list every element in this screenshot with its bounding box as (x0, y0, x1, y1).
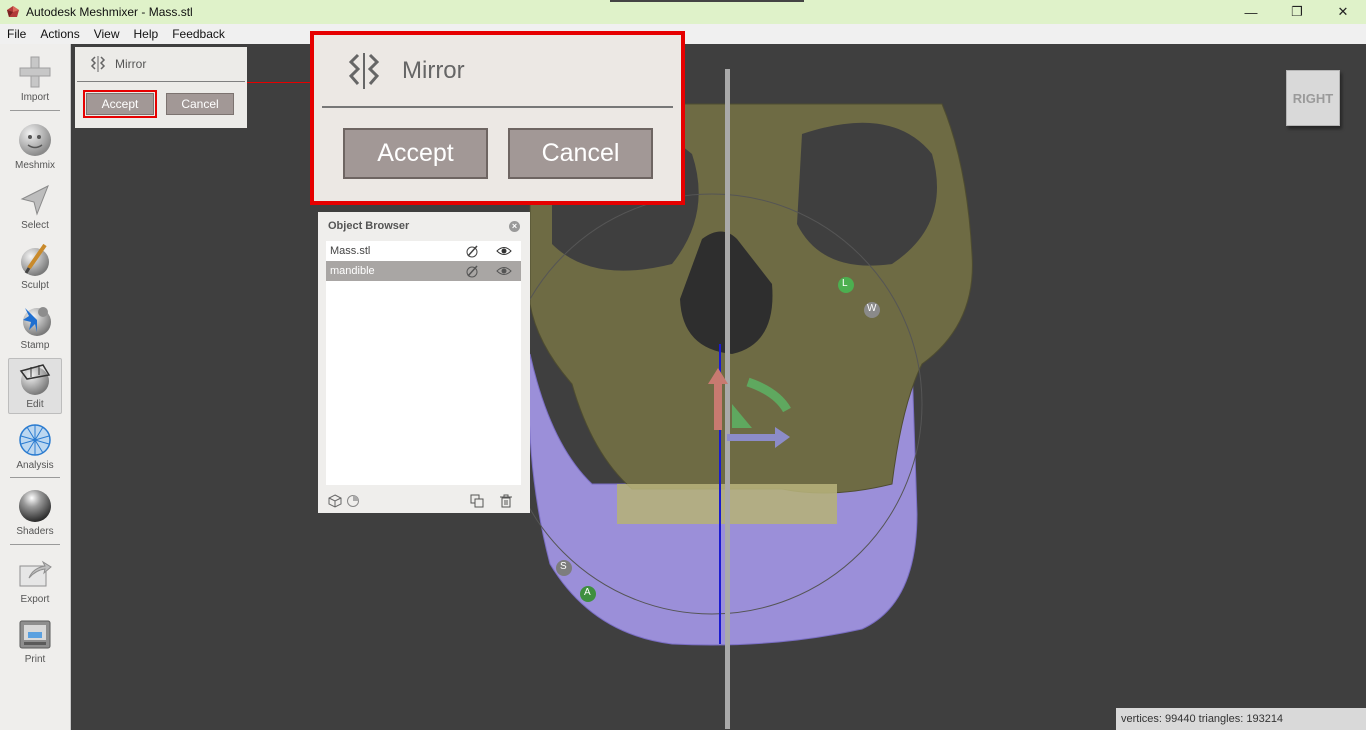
toolbar-divider (10, 544, 60, 545)
tool-print[interactable]: Print (8, 614, 62, 670)
meshmix-ball-icon (15, 120, 55, 160)
print-icon (15, 614, 55, 654)
minimize-button[interactable]: — (1228, 0, 1274, 24)
toolbar-divider (10, 477, 60, 478)
export-icon (15, 554, 55, 594)
3d-viewport[interactable]: L W S A (72, 44, 1366, 730)
gizmo-label-l[interactable]: L (842, 278, 848, 289)
analysis-mesh-icon (15, 420, 55, 460)
tool-edit[interactable]: Edit (8, 358, 62, 414)
tool-select-label: Select (21, 220, 49, 231)
tool-meshmix-label: Meshmix (14, 160, 55, 171)
object-row-mandible[interactable]: mandible (326, 261, 521, 281)
stamp-icon (15, 300, 55, 340)
edit-sphere-icon (15, 359, 55, 399)
left-toolbar: Import Meshmix Select Sculpt Stamp Edit (0, 44, 71, 730)
title-separator (610, 0, 804, 2)
menu-actions[interactable]: Actions (33, 24, 86, 44)
menu-file[interactable]: File (0, 24, 33, 44)
tool-shaders-label: Shaders (16, 526, 54, 537)
scene-render (501, 69, 973, 729)
object-name: Mass.stl (330, 245, 371, 257)
cube-icon[interactable] (327, 493, 343, 509)
mirror-panel-title: Mirror (115, 57, 147, 71)
close-icon[interactable]: × (509, 221, 520, 232)
gizmo-label-s[interactable]: S (560, 561, 567, 572)
plus-icon (15, 52, 55, 92)
close-button[interactable]: ✕ (1320, 0, 1366, 24)
tool-analysis-label: Analysis (16, 460, 54, 471)
tool-sculpt-label: Sculpt (21, 280, 49, 291)
menu-help[interactable]: Help (127, 24, 166, 44)
title-bar: Autodesk Meshmixer - Mass.stl — ❐ ✕ (0, 0, 1366, 24)
tool-stamp-label: Stamp (20, 340, 50, 351)
tool-edit-label: Edit (26, 399, 44, 410)
cancel-button-zoom[interactable]: Cancel (508, 128, 653, 179)
tool-sculpt[interactable]: Sculpt (8, 240, 62, 296)
visibility-eye-icon[interactable] (496, 264, 512, 278)
tool-stamp[interactable]: Stamp (8, 300, 62, 356)
object-row-mass-stl[interactable]: Mass.stl (326, 241, 521, 261)
tool-analysis[interactable]: Analysis (8, 420, 62, 476)
viewcube-right[interactable]: RIGHT (1286, 70, 1340, 126)
window-title: Autodesk Meshmixer - Mass.stl (26, 5, 193, 19)
cancel-button[interactable]: Cancel (166, 93, 234, 115)
toolbar-divider (10, 110, 60, 111)
mirror-icon-large (348, 52, 380, 89)
tool-import-label: Import (20, 92, 50, 103)
accept-button[interactable]: Accept (83, 90, 157, 118)
tool-print-label: Print (24, 654, 46, 665)
object-browser-title: Object Browser (328, 220, 410, 232)
menu-view[interactable]: View (87, 24, 127, 44)
gizmo-up-arrow (714, 384, 722, 430)
gizmo-right-arrow (727, 434, 775, 441)
mirror-plane-line (725, 69, 730, 729)
edit-object-icon[interactable] (464, 264, 480, 278)
meshmixer-app-icon (7, 6, 19, 17)
tool-meshmix[interactable]: Meshmix (8, 120, 62, 176)
select-arrow-icon (15, 180, 55, 220)
callout-connector (247, 82, 310, 83)
gizmo-label-a[interactable]: A (584, 587, 591, 598)
pie-icon[interactable] (345, 493, 361, 509)
duplicate-icon[interactable] (469, 493, 485, 509)
menu-feedback[interactable]: Feedback (165, 24, 232, 44)
object-list: Mass.stl mandible (326, 241, 521, 485)
edit-object-icon[interactable] (464, 244, 480, 258)
object-browser-panel: Object Browser × Mass.stl mandible (318, 212, 530, 513)
tool-export[interactable]: Export (8, 554, 62, 610)
shaders-ball-icon (15, 486, 55, 526)
mirror-icon (90, 56, 106, 72)
sculpt-brush-icon (15, 240, 55, 280)
mirror-panel: Mirror Accept Cancel (75, 47, 247, 128)
tool-shaders[interactable]: Shaders (8, 486, 62, 542)
tool-select[interactable]: Select (8, 180, 62, 236)
object-name: mandible (330, 265, 375, 277)
restore-button[interactable]: ❐ (1274, 0, 1320, 24)
object-browser-footer (318, 487, 530, 513)
tool-import[interactable]: Import (8, 52, 62, 108)
accept-button-zoom[interactable]: Accept (343, 128, 488, 179)
mirror-zoom-title: Mirror (402, 56, 465, 84)
gizmo-label-w[interactable]: W (867, 303, 876, 314)
mesh-stats: vertices: 99440 triangles: 193214 (1116, 708, 1366, 730)
trash-icon[interactable] (498, 493, 514, 509)
tool-export-label: Export (20, 594, 50, 605)
visibility-eye-icon[interactable] (496, 244, 512, 258)
mirror-panel-zoom-callout: Mirror Accept Cancel (310, 31, 685, 205)
